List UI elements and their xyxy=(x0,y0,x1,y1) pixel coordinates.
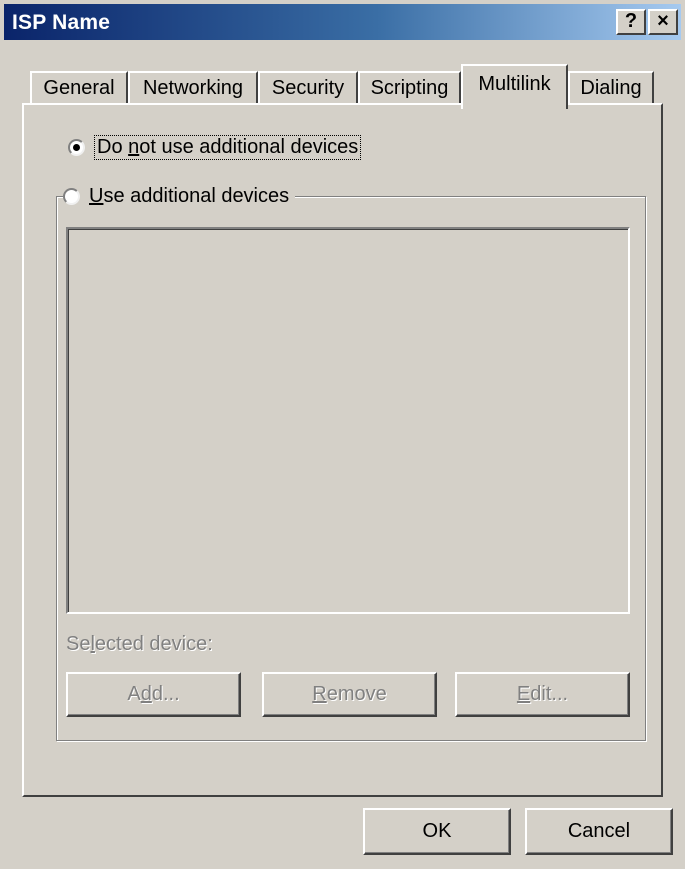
ok-button[interactable]: OK xyxy=(363,808,511,855)
radio-button-checked[interactable] xyxy=(68,139,85,156)
tab-label: Networking xyxy=(142,77,244,99)
help-button[interactable]: ? xyxy=(616,9,646,35)
tab-networking[interactable]: Networking xyxy=(128,71,258,104)
radio-label: Use additional devices xyxy=(89,185,290,207)
ok-label: OK xyxy=(422,820,452,842)
cancel-button[interactable]: Cancel xyxy=(525,808,673,855)
radio-label: Do not use additional devices xyxy=(94,135,362,160)
tab-label: Scripting xyxy=(370,77,449,99)
radio-no-additional-devices[interactable]: Do not use additional devices xyxy=(68,135,362,160)
tab-dialing[interactable]: Dialing xyxy=(568,71,654,104)
tab-label: Security xyxy=(271,77,345,99)
radio-use-additional-devices[interactable]: Use additional devices xyxy=(63,185,296,208)
radio-button-unchecked[interactable] xyxy=(63,188,80,205)
close-button[interactable]: × xyxy=(648,9,678,35)
devices-listbox[interactable] xyxy=(66,227,630,614)
remove-button[interactable]: Remove xyxy=(262,672,437,717)
selected-device-label: Selected device: xyxy=(66,633,213,655)
tab-label: General xyxy=(43,77,115,99)
tab-general[interactable]: General xyxy=(30,71,128,104)
tab-multilink[interactable]: Multilink xyxy=(461,64,568,109)
tab-security[interactable]: Security xyxy=(258,71,358,104)
tab-label: Multilink xyxy=(478,73,551,95)
help-icon: ? xyxy=(624,10,638,32)
title-bar[interactable]: ISP Name ? × xyxy=(4,4,681,40)
tab-scripting[interactable]: Scripting xyxy=(358,71,461,104)
dialog-window: ISP Name ? × General Networking Security… xyxy=(0,0,685,869)
edit-button[interactable]: Edit... xyxy=(455,672,630,717)
add-button[interactable]: Add... xyxy=(66,672,241,717)
tab-label: Dialing xyxy=(580,77,642,99)
cancel-label: Cancel xyxy=(567,820,631,842)
close-icon: × xyxy=(657,10,669,32)
window-title: ISP Name xyxy=(12,11,111,34)
